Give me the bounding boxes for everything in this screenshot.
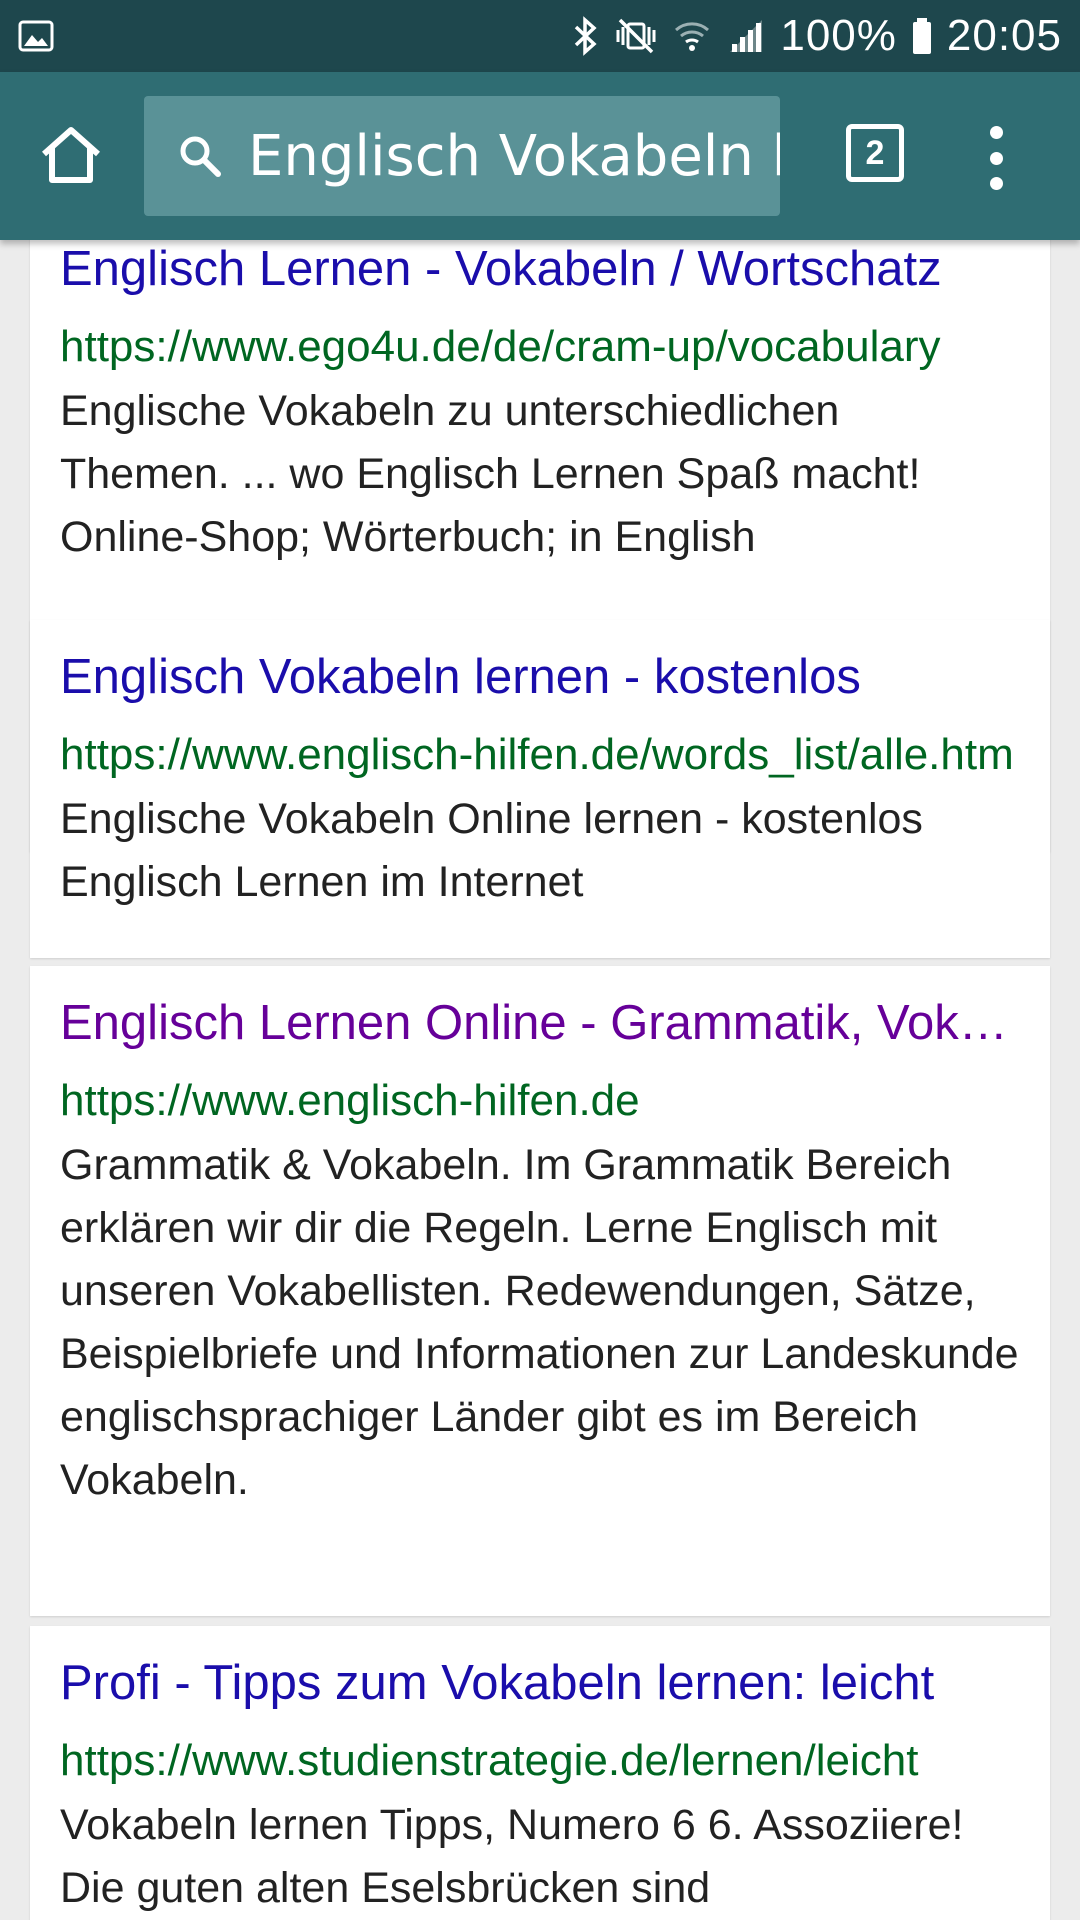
status-bar: 100% 20:05 <box>0 0 1080 72</box>
tab-count: 2 <box>865 133 885 172</box>
wifi-icon <box>672 16 712 56</box>
clock: 20:05 <box>946 11 1062 60</box>
search-query: Englisch Vokabeln l <box>248 123 780 189</box>
vibrate-mute-icon <box>614 16 658 56</box>
result-snippet: Grammatik & Vokabeln. Im Grammatik Berei… <box>60 1141 1019 1504</box>
result-title-link[interactable]: Englisch Vokabeln lernen - kostenlos <box>60 644 1020 710</box>
search-input[interactable]: Englisch Vokabeln l <box>144 96 780 216</box>
result-title-link[interactable]: Englisch Lernen Online - Grammatik, Voka… <box>60 990 1020 1056</box>
home-icon <box>40 126 102 189</box>
result-snippet: Englische Vokabeln Online lernen - koste… <box>60 795 923 906</box>
bluetooth-icon <box>572 16 600 56</box>
battery-percent: 100% <box>780 11 897 60</box>
search-icon <box>178 134 222 178</box>
search-results: Englisch Lernen - Vokabeln / Wortschatz … <box>0 240 1080 1920</box>
image-icon <box>18 20 54 52</box>
result-card: Englisch Vokabeln lernen - kostenlos htt… <box>30 620 1050 958</box>
browser-toolbar: Englisch Vokabeln l 2 <box>0 72 1080 240</box>
more-vert-icon[interactable] <box>970 126 1022 190</box>
result-url: https://www.ego4u.de/de/cram-up/vocabula… <box>60 322 941 371</box>
result-title-link[interactable]: Profi - Tipps zum Vokabeln lernen: leich… <box>60 1650 1020 1716</box>
battery-icon <box>911 16 933 56</box>
signal-icon <box>726 16 766 56</box>
result-url: https://www.studienstrategie.de/lernen/l… <box>60 1736 919 1785</box>
result-snippet: Englische Vokabeln zu unterschiedlichen … <box>60 387 921 561</box>
home-button[interactable] <box>36 122 106 192</box>
result-card: Englisch Lernen Online - Grammatik, Voka… <box>30 966 1050 1616</box>
result-url: https://www.englisch-hilfen.de/words_lis… <box>60 730 1014 779</box>
result-url: https://www.englisch-hilfen.de <box>60 1076 640 1125</box>
result-snippet: Vokabeln lernen Tipps, Numero 6 6. Assoz… <box>60 1801 964 1912</box>
result-card: Profi - Tipps zum Vokabeln lernen: leich… <box>30 1626 1050 1920</box>
tab-switcher-button[interactable]: 2 <box>846 124 904 182</box>
result-title-link[interactable]: Englisch Lernen - Vokabeln / Wortschatz <box>60 240 1020 302</box>
